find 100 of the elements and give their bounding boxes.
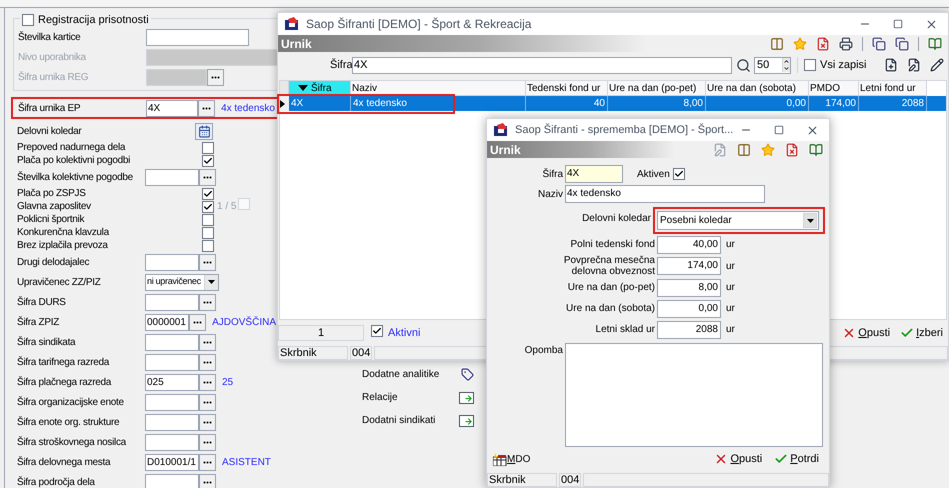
link-button[interactable]: Dodatni sindikati — [362, 412, 474, 429]
confirm-button[interactable]: Izberi — [900, 324, 943, 342]
maximize-icon[interactable] — [893, 19, 903, 29]
code-field[interactable]: 4X — [565, 165, 623, 183]
lookup-field[interactable] — [145, 434, 199, 450]
book-icon[interactable] — [809, 142, 823, 156]
delete-icon[interactable] — [785, 142, 799, 156]
book-icon[interactable] — [928, 36, 942, 50]
cancel-button[interactable]: Opusti — [714, 450, 762, 468]
calendar-button[interactable] — [195, 123, 213, 140]
browse-button[interactable] — [199, 474, 216, 488]
column-header[interactable]: Naziv — [351, 81, 526, 96]
count-spinner[interactable]: 50 — [754, 56, 791, 74]
number-field[interactable]: 0,00 — [657, 300, 721, 318]
cancel-button[interactable]: Opusti — [842, 324, 890, 342]
copy-icon[interactable] — [872, 36, 886, 50]
lookup-field[interactable] — [145, 254, 199, 270]
checkbox[interactable] — [202, 188, 214, 200]
lookup-description: 25 — [222, 376, 234, 390]
mdo-button[interactable]: MDO — [493, 452, 530, 466]
lookup-field[interactable] — [145, 334, 199, 350]
pencil-icon[interactable] — [930, 58, 944, 72]
columns-icon[interactable] — [737, 142, 751, 156]
number-field[interactable]: 40,00 — [657, 236, 721, 254]
lookup-field[interactable]: 0000001 — [145, 314, 190, 330]
browse-button[interactable] — [207, 68, 224, 86]
delete-icon[interactable] — [816, 36, 830, 50]
checkbox[interactable] — [22, 14, 34, 26]
checkbox[interactable] — [804, 59, 816, 71]
close-icon[interactable] — [925, 18, 938, 30]
lookup-field[interactable] — [145, 394, 199, 410]
ellipsis-icon — [211, 76, 220, 78]
browse-button[interactable] — [199, 374, 216, 390]
browse-button[interactable] — [199, 354, 216, 370]
lookup-field[interactable] — [145, 354, 199, 370]
star-icon[interactable] — [761, 142, 775, 156]
browse-button[interactable] — [199, 334, 216, 350]
lookup-field[interactable] — [145, 474, 199, 488]
dropdown[interactable]: Posebni koledar — [657, 211, 819, 230]
checkbox[interactable] — [672, 168, 685, 180]
field-label: Šifra DURS — [17, 295, 67, 310]
column-header[interactable]: Ure na dan (po-pet) — [608, 81, 706, 96]
star-icon[interactable] — [793, 36, 807, 50]
browse-button[interactable] — [199, 434, 216, 450]
new-file-icon[interactable] — [884, 58, 898, 72]
column-header[interactable]: PMDO — [809, 81, 859, 96]
name-field[interactable]: 4x tedensko — [565, 185, 765, 203]
text-field[interactable] — [146, 28, 249, 46]
link-button[interactable]: Relacije — [362, 389, 474, 406]
checkbox[interactable] — [202, 226, 214, 238]
column-header[interactable]: Letni fond ur — [859, 81, 927, 96]
printer-icon[interactable] — [839, 36, 853, 50]
field-label: Šifra urnika EP — [18, 101, 82, 116]
status-cell: 004 — [559, 473, 581, 487]
field-label: Poklicni športnik — [17, 213, 86, 227]
browse-button[interactable] — [199, 414, 216, 430]
ellipsis-icon — [203, 380, 212, 384]
table-cell: 174,00 — [809, 96, 859, 111]
edit-file-icon[interactable] — [907, 58, 921, 72]
maximize-icon[interactable] — [774, 125, 784, 135]
confirm-button[interactable]: Potrdi — [774, 450, 819, 468]
lookup-field[interactable] — [145, 294, 199, 310]
number-field[interactable]: 8,00 — [657, 278, 721, 296]
browse-button[interactable] — [199, 454, 216, 470]
browse-button[interactable] — [199, 168, 216, 186]
checkbox[interactable] — [202, 240, 214, 252]
number-field[interactable]: 2088 — [657, 320, 721, 338]
column-header[interactable]: Tedenski fond ur — [526, 81, 608, 96]
column-header[interactable]: Ure na dan (sobota) — [706, 81, 809, 96]
columns-icon[interactable] — [770, 36, 784, 50]
close-icon[interactable] — [806, 124, 819, 136]
browse-button[interactable] — [199, 254, 216, 270]
browse-button[interactable] — [199, 294, 216, 310]
lookup-field[interactable]: 4X — [146, 100, 198, 116]
field-label: Povprečna mesečna delovna obveznost — [562, 255, 655, 277]
lookup-field[interactable] — [145, 168, 199, 186]
table-row[interactable]: 4X 4x tedensko 40 8,00 0,00 174,00 2088 — [280, 96, 946, 111]
checkbox[interactable] — [202, 214, 214, 226]
check-icon — [900, 326, 914, 340]
field-label: Šifra stroškovnega nosilca — [17, 435, 128, 450]
copy-icon[interactable] — [895, 36, 909, 50]
checkbox[interactable] — [202, 200, 214, 212]
filter-field[interactable]: 4X — [352, 56, 732, 74]
checkbox[interactable] — [202, 154, 214, 166]
browse-button[interactable] — [189, 314, 206, 330]
link-button[interactable]: Dodatne analitike — [362, 366, 474, 383]
note-field[interactable] — [565, 343, 823, 447]
field-label: Številka kolektivne pogodbe — [17, 170, 134, 184]
checkbox[interactable] — [371, 324, 383, 337]
browse-button[interactable] — [199, 394, 216, 410]
unit-label: ur — [726, 238, 735, 252]
number-field[interactable]: 174,00 — [657, 257, 721, 275]
lookup-field[interactable]: D010001/1 — [145, 454, 199, 470]
browse-button[interactable] — [198, 100, 216, 116]
lookup-field[interactable]: 025 — [145, 374, 199, 390]
checkbox[interactable] — [202, 142, 214, 154]
dropdown[interactable]: ni upravičenec — [145, 274, 219, 290]
app-logo-icon — [284, 17, 300, 31]
lookup-field[interactable] — [145, 414, 199, 430]
search-icon[interactable] — [736, 58, 751, 72]
